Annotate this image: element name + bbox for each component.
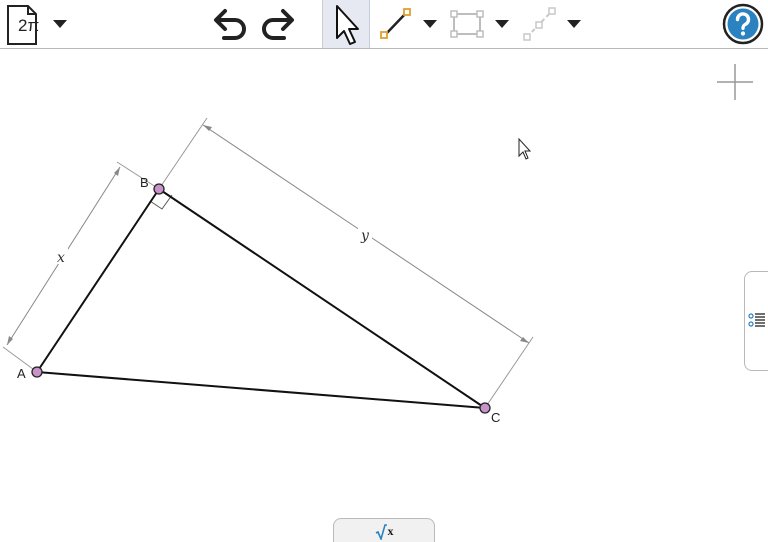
- zoom-in-button[interactable]: [714, 61, 756, 103]
- redo-button[interactable]: [256, 0, 298, 48]
- plus-icon: [717, 64, 753, 100]
- side-panel-tab[interactable]: [744, 271, 768, 371]
- segment-bc[interactable]: [158, 188, 486, 409]
- point-label-b: B: [140, 175, 149, 190]
- measurement-y: y: [158, 117, 534, 409]
- segment-tool-dropdown[interactable]: [418, 0, 442, 48]
- segment-tool-button[interactable]: [372, 0, 418, 48]
- undo-button[interactable]: [210, 0, 252, 48]
- help-icon: [722, 3, 764, 45]
- extension-line: [116, 161, 160, 190]
- construct-tool-dropdown[interactable]: [562, 0, 586, 48]
- mouse-cursor-icon: [518, 137, 532, 160]
- document-button[interactable]: 2π: [4, 0, 44, 48]
- chevron-down-icon: [495, 20, 509, 28]
- geometry-canvas[interactable]: x y A B C x: [0, 49, 768, 542]
- measurement-label-x: x: [57, 250, 65, 266]
- transform-tool-dropdown[interactable]: [490, 0, 514, 48]
- point-c[interactable]: [479, 402, 491, 414]
- math-panel-tab[interactable]: x: [333, 518, 435, 542]
- chevron-down-icon: [567, 20, 581, 28]
- math-panel-label: x: [387, 524, 394, 538]
- redo-icon: [262, 9, 294, 40]
- document-label: 2π: [18, 16, 40, 35]
- construct-tool-button[interactable]: [516, 0, 562, 48]
- arrow-pointer-icon: [336, 5, 359, 45]
- segment-ab[interactable]: [36, 188, 160, 373]
- measurement-x: x: [2, 161, 160, 373]
- point-a[interactable]: [31, 366, 43, 378]
- undo-icon: [214, 9, 246, 40]
- measurement-label-y: y: [360, 228, 370, 244]
- construction-drawing: x y A B C: [2, 117, 534, 425]
- extension-line: [484, 336, 534, 409]
- help-button[interactable]: [720, 0, 766, 48]
- segment-tool-icon: [380, 8, 411, 39]
- segment-ca[interactable]: [36, 371, 486, 409]
- toolbar: 2π: [0, 0, 768, 49]
- sqrt-icon: [375, 523, 387, 540]
- chevron-down-icon: [53, 20, 67, 28]
- chevron-down-icon: [423, 20, 437, 28]
- transform-tool-icon: [450, 10, 484, 38]
- construct-tool-icon: [523, 7, 556, 41]
- document-menu-dropdown[interactable]: [48, 0, 72, 48]
- point-label-c: C: [491, 410, 500, 425]
- extension-line: [158, 117, 208, 190]
- list-panel-icon: [748, 313, 765, 327]
- point-label-a: A: [17, 366, 26, 381]
- point-b[interactable]: [153, 183, 165, 195]
- select-tool-button[interactable]: [322, 0, 370, 48]
- transform-tool-button[interactable]: [444, 0, 490, 48]
